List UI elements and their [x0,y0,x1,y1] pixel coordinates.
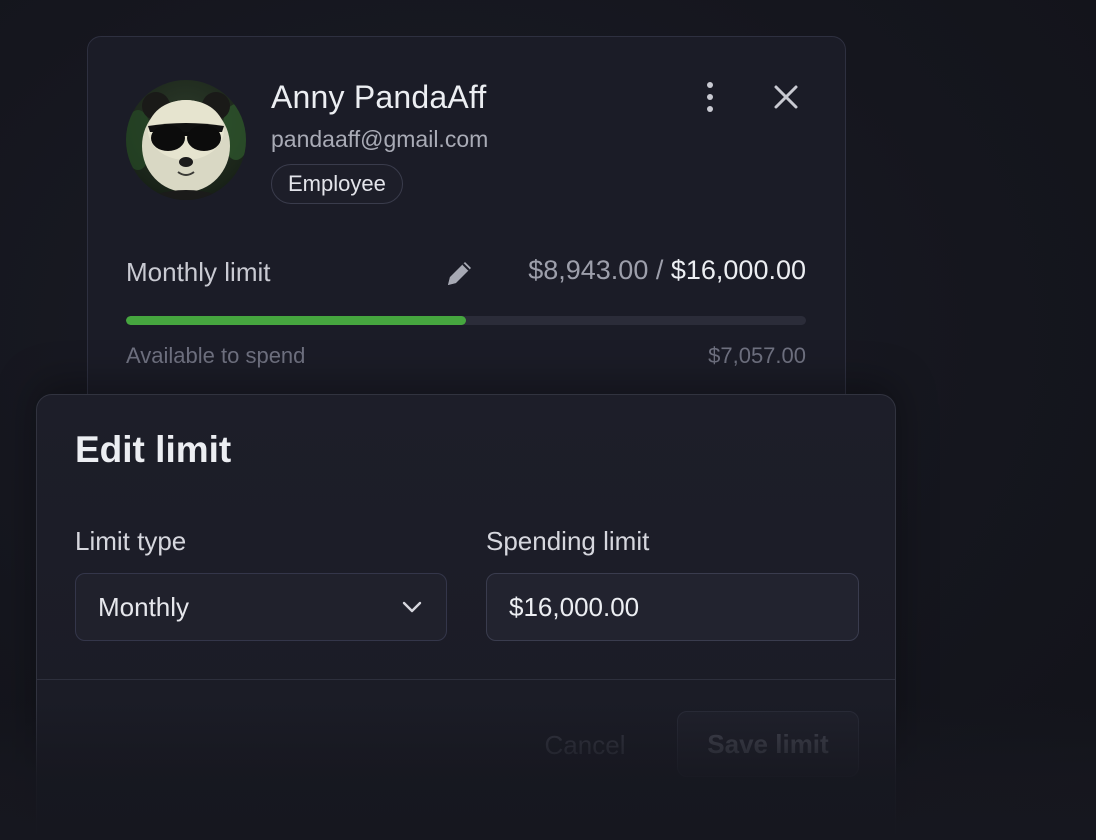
available-value: $7,057.00 [708,343,806,368]
limit-values: $8,943.00 / $16,000.00 [528,255,806,286]
modal-divider [37,679,895,680]
total-limit: $16,000.00 [670,255,806,285]
spending-limit-label: Spending limit [486,526,650,556]
limit-type-select[interactable]: Monthly [75,573,447,641]
limit-separator: / [648,255,671,285]
monthly-limit-label: Monthly limit [126,257,271,287]
spent-amount: $8,943.00 [528,255,649,285]
avatar [126,80,246,200]
modal-title: Edit limit [75,429,232,470]
cancel-button[interactable]: Cancel [525,713,645,777]
close-button[interactable] [768,79,804,115]
stage: Anny PandaAff pandaaff@gmail.com Employe… [0,0,1096,840]
user-email: pandaaff@gmail.com [271,126,489,152]
limit-type-value: Monthly [98,591,190,622]
limit-type-label: Limit type [75,526,187,556]
save-limit-button[interactable]: Save limit [677,711,859,777]
limit-progress-bar [126,316,806,325]
spending-limit-input[interactable] [486,573,859,641]
more-vertical-icon [707,82,713,88]
pencil-icon [448,262,471,285]
chevron-down-icon [402,601,422,613]
close-icon [774,85,798,109]
more-options-button[interactable] [694,79,726,115]
available-label: Available to spend [126,343,306,368]
edit-limit-modal: Edit limit Limit type Monthly Spending l… [36,394,896,840]
edit-limit-button[interactable] [443,256,477,290]
more-dot [707,106,713,112]
user-name: Anny PandaAff [271,79,487,115]
limit-progress-fill [126,316,466,325]
more-dot [707,94,713,100]
role-badge: Employee [271,164,403,204]
